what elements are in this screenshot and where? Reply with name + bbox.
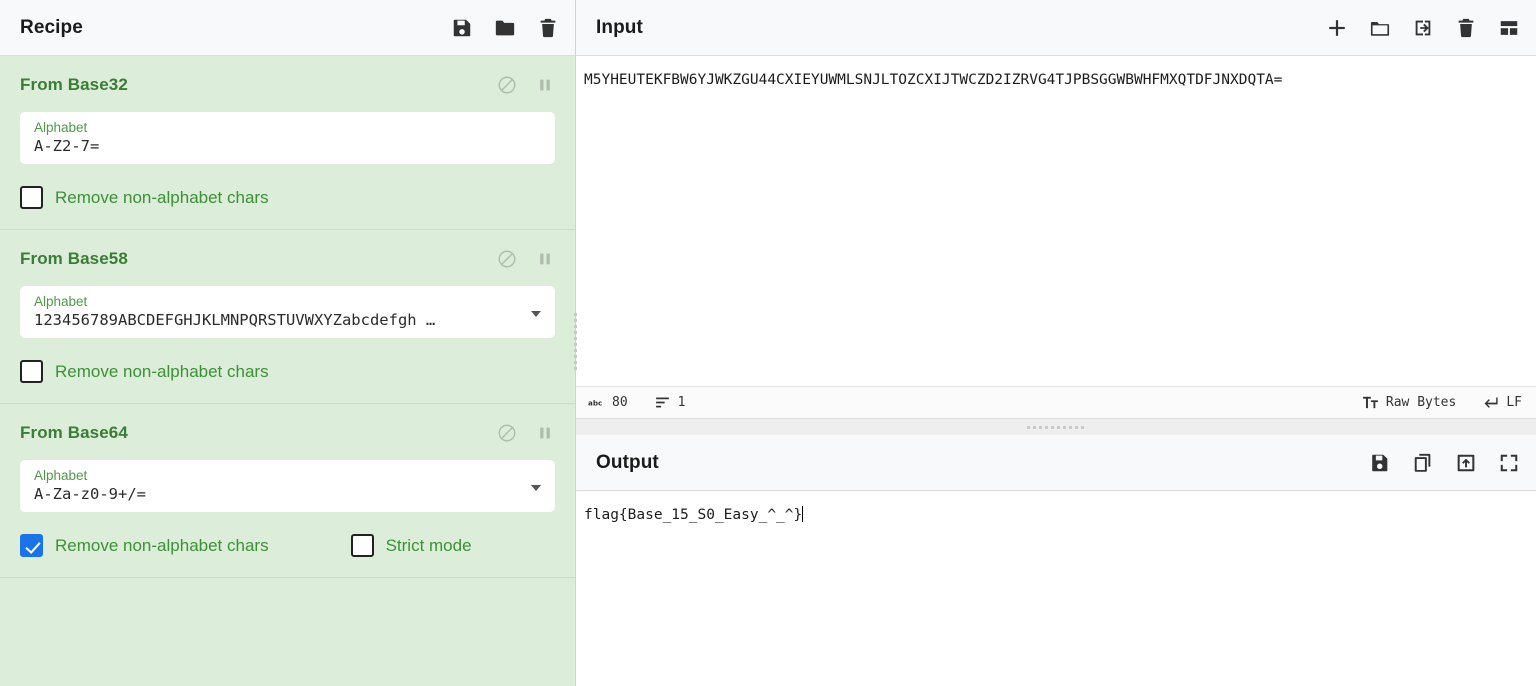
input-length-value: 80 — [612, 395, 628, 410]
input-lines-status: 1 — [654, 394, 686, 411]
input-title-bar: Input — [576, 0, 1536, 56]
checkbox-label: Remove non-alphabet chars — [55, 187, 269, 207]
load-recipe-icon[interactable] — [494, 17, 516, 39]
splitter-grip — [1027, 425, 1085, 429]
line-ending-icon — [1482, 394, 1499, 411]
chevron-down-icon[interactable] — [531, 311, 541, 317]
line-count-icon — [654, 394, 671, 411]
maximise-output-icon[interactable] — [1498, 452, 1520, 474]
svg-text:abc: abc — [588, 398, 602, 407]
clear-input-icon[interactable] — [1455, 17, 1477, 39]
disable-operation-icon[interactable] — [497, 249, 517, 269]
alphabet-value[interactable]: 123456789ABCDEFGHJKLMNPQRSTUVWXYZabcdefg… — [34, 310, 543, 330]
splitter-grip — [573, 313, 577, 373]
operation-title: From Base58 — [20, 249, 128, 268]
alphabet-value[interactable]: A-Z2-7= — [34, 136, 543, 156]
replace-input-icon[interactable] — [1455, 452, 1477, 474]
operation-header: From Base64 — [20, 420, 555, 446]
checkbox-box[interactable] — [20, 186, 43, 209]
breakpoint-pause-icon[interactable] — [535, 75, 555, 95]
recipe-title-bar: Recipe — [0, 0, 575, 56]
checkbox-label: Remove non-alphabet chars — [55, 535, 269, 555]
output-textarea[interactable]: flag{Base_15_S0_Easy_^_^} — [576, 491, 1536, 686]
copy-output-icon[interactable] — [1412, 452, 1434, 474]
recipe-pane: Recipe From Base32 Alphabet A-Z2-7= Remo… — [0, 0, 579, 686]
alphabet-label: Alphabet — [34, 293, 88, 309]
input-status-bar: abc 80 1 Raw Bytes LF — [576, 386, 1536, 418]
breakpoint-pause-icon[interactable] — [535, 249, 555, 269]
operation-controls — [497, 249, 555, 269]
operation-title: From Base64 — [20, 423, 128, 442]
open-folder-icon[interactable] — [1369, 17, 1391, 39]
input-encoding-value: Raw Bytes — [1385, 395, 1457, 410]
alphabet-field[interactable]: Alphabet A-Z2-7= — [20, 112, 555, 164]
save-output-icon[interactable] — [1369, 452, 1391, 474]
io-area: Input M5YHEUTEKFBW6YJWKZGU44CXIEYUWMLSNJ… — [576, 0, 1536, 686]
checkbox-box[interactable] — [20, 360, 43, 383]
recipe-io-splitter[interactable] — [571, 0, 579, 686]
add-input-tab-icon[interactable] — [1326, 17, 1348, 39]
alphabet-field[interactable]: Alphabet A-Za-z0-9+/= — [20, 460, 555, 512]
operation-checkbox-row: Remove non-alphabet chars — [20, 186, 555, 209]
input-toolbar — [1326, 17, 1520, 39]
alphabet-label: Alphabet — [34, 467, 88, 483]
save-recipe-icon[interactable] — [451, 17, 473, 39]
alphabet-field[interactable]: Alphabet 123456789ABCDEFGHJKLMNPQRSTUVWX… — [20, 286, 555, 338]
operation-title: From Base32 — [20, 75, 128, 94]
clear-recipe-icon[interactable] — [537, 17, 559, 39]
disable-operation-icon[interactable] — [497, 423, 517, 443]
input-title: Input — [596, 16, 643, 38]
remove-non-alphabet-chars-checkbox[interactable]: Remove non-alphabet chars — [20, 186, 269, 209]
remove-non-alphabet-chars-checkbox[interactable]: Remove non-alphabet chars — [20, 534, 269, 557]
input-line-ending-value: LF — [1506, 395, 1522, 410]
operation-controls — [497, 75, 555, 95]
recipe-operation[interactable]: From Base64 Alphabet A-Za-z0-9+/= Remove… — [0, 404, 575, 578]
input-lines-value: 1 — [677, 395, 686, 410]
alphabet-label: Alphabet — [34, 119, 88, 135]
disable-operation-icon[interactable] — [497, 75, 517, 95]
input-encoding-status[interactable]: Raw Bytes — [1362, 394, 1456, 411]
input-line-ending-status[interactable]: LF — [1482, 394, 1522, 411]
recipe-operation[interactable]: From Base58 Alphabet 123456789ABCDEFGHJK… — [0, 230, 575, 404]
recipe-operation[interactable]: From Base32 Alphabet A-Z2-7= Remove non-… — [0, 56, 575, 230]
operation-controls — [497, 423, 555, 443]
input-pane: Input M5YHEUTEKFBW6YJWKZGU44CXIEYUWMLSNJ… — [576, 0, 1536, 419]
recipe-operations-list: From Base32 Alphabet A-Z2-7= Remove non-… — [0, 56, 575, 686]
output-title: Output — [596, 451, 659, 473]
output-value: flag{Base_15_S0_Easy_^_^} — [584, 507, 803, 523]
strict-mode-checkbox[interactable]: Strict mode — [350, 534, 472, 557]
recipe-title: Recipe — [20, 16, 83, 38]
text-cursor — [802, 506, 804, 522]
output-title-bar: Output — [576, 435, 1536, 491]
checkbox-label: Remove non-alphabet chars — [55, 361, 269, 381]
input-output-splitter[interactable] — [576, 419, 1536, 435]
operation-header: From Base58 — [20, 246, 555, 272]
character-count-icon: abc — [588, 394, 605, 411]
input-textarea[interactable]: M5YHEUTEKFBW6YJWKZGU44CXIEYUWMLSNJLTOZCX… — [576, 56, 1536, 386]
input-length-status: abc 80 — [588, 394, 628, 411]
operation-checkbox-row: Remove non-alphabet chars Strict mode — [20, 534, 555, 557]
checkbox-label: Strict mode — [385, 535, 472, 555]
text-format-icon — [1362, 394, 1379, 411]
breakpoint-pause-icon[interactable] — [535, 423, 555, 443]
remove-non-alphabet-chars-checkbox[interactable]: Remove non-alphabet chars — [20, 360, 269, 383]
operation-checkbox-row: Remove non-alphabet chars — [20, 360, 555, 383]
recipe-toolbar — [451, 17, 559, 39]
checkbox-box[interactable] — [350, 534, 374, 557]
cyberchef-app: Recipe From Base32 Alphabet A-Z2-7= Remo… — [0, 0, 1536, 686]
open-file-as-input-icon[interactable] — [1412, 17, 1434, 39]
chevron-down-icon[interactable] — [531, 485, 541, 491]
operation-header: From Base32 — [20, 72, 555, 98]
output-toolbar — [1369, 452, 1520, 474]
input-status-right: Raw Bytes LF — [1336, 394, 1522, 411]
output-pane: Output flag{Base_15_S0_Easy_^_^} — [576, 435, 1536, 686]
input-layout-icon[interactable] — [1498, 17, 1520, 39]
alphabet-value[interactable]: A-Za-z0-9+/= — [34, 484, 543, 504]
checkbox-box[interactable] — [20, 534, 43, 557]
